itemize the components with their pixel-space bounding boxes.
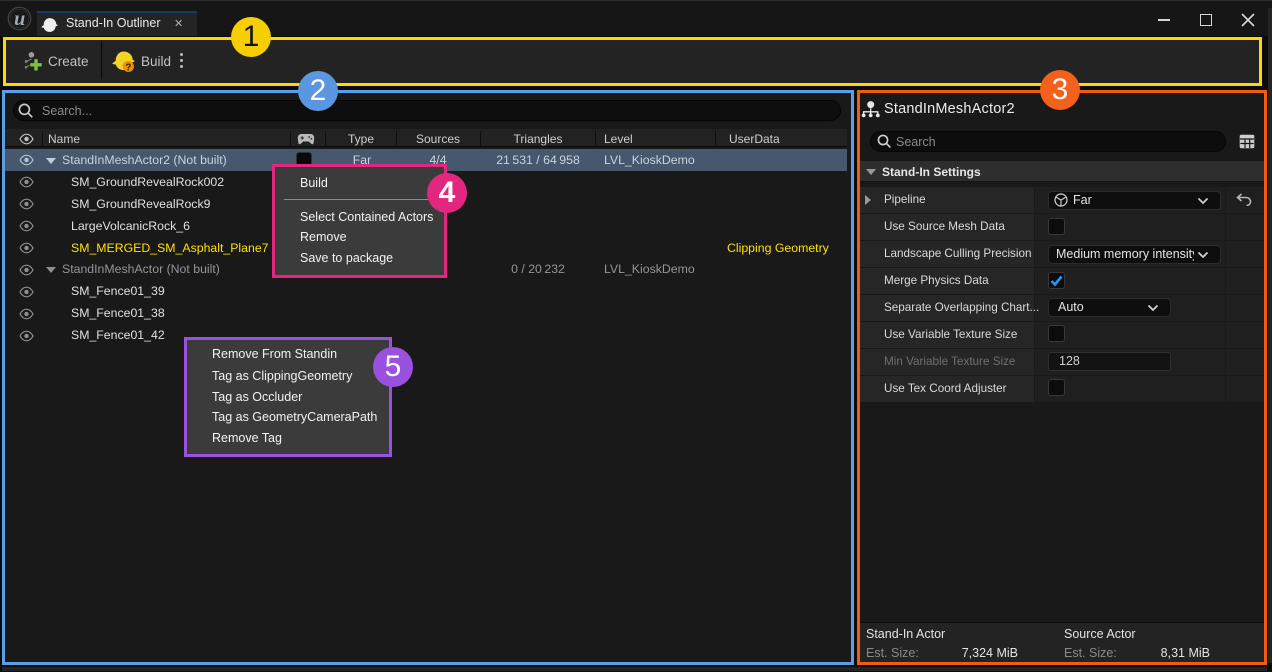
svg-text:u: u	[14, 8, 25, 30]
svg-text:?: ?	[125, 62, 131, 73]
